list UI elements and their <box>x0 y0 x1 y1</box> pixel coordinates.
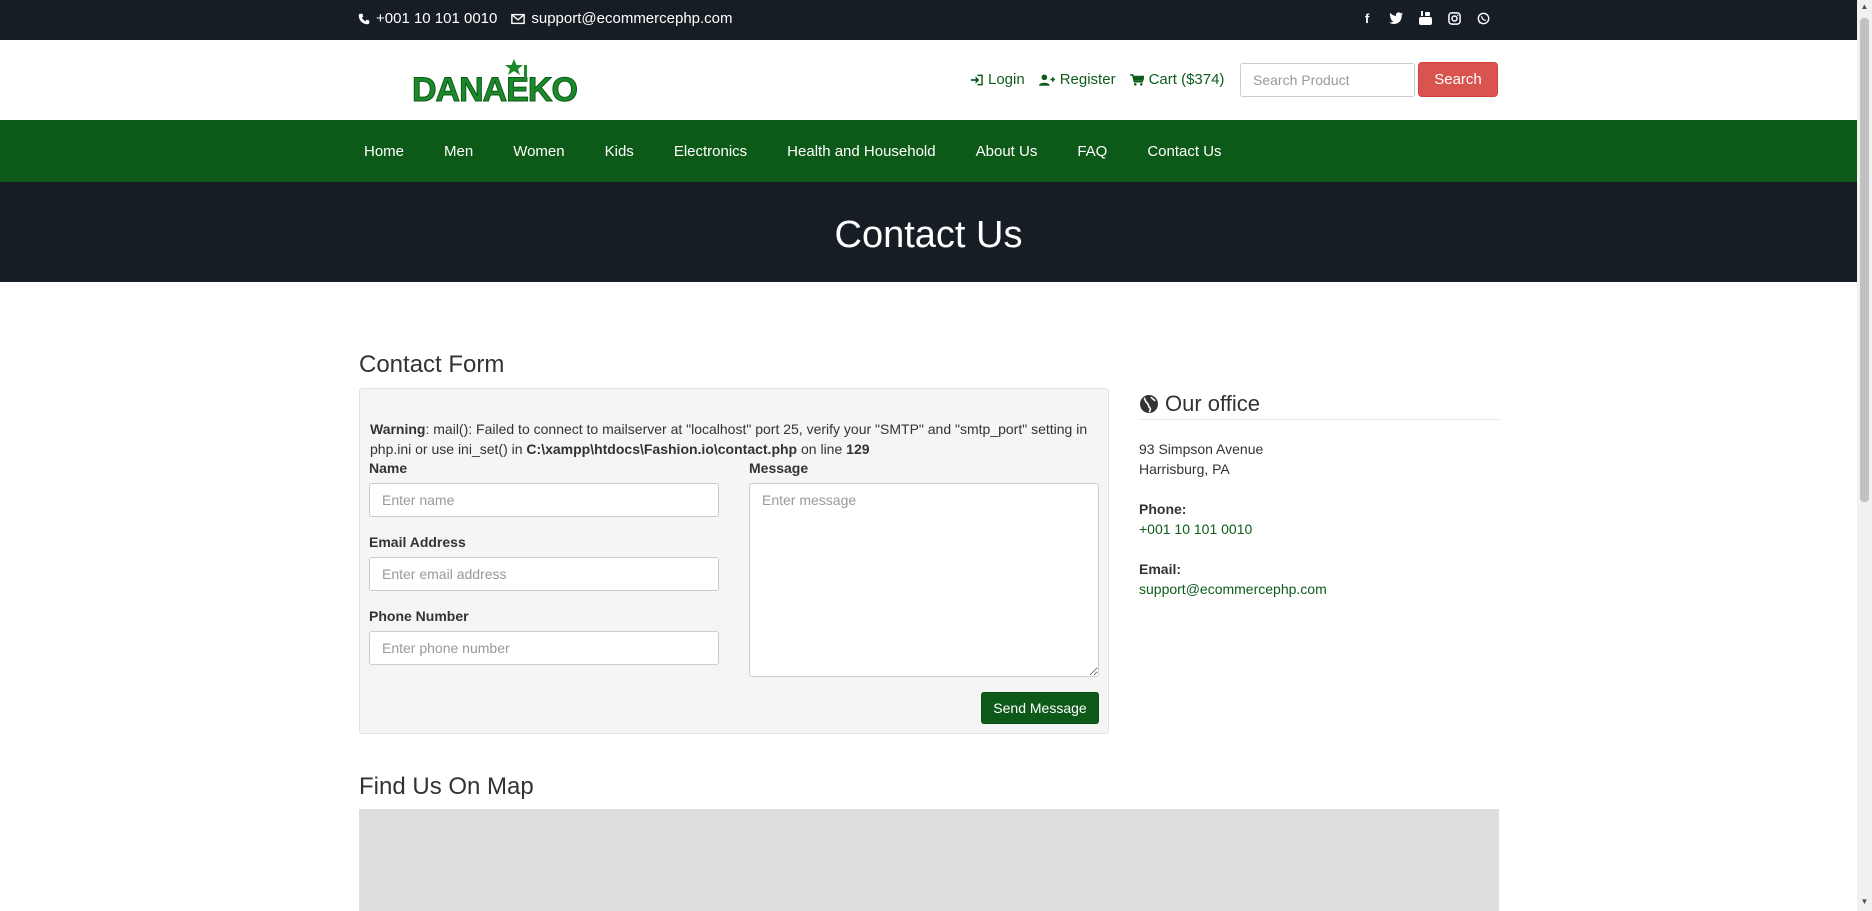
instagram-icon[interactable] <box>1447 11 1461 25</box>
social-links: f <box>1360 11 1490 26</box>
site-logo[interactable]: DANAEKO <box>410 57 592 105</box>
office-email-label: Email: <box>1139 561 1182 577</box>
warning-line: 129 <box>846 441 870 457</box>
office-address: 93 Simpson Avenue Harrisburg, PA <box>1139 439 1263 479</box>
send-message-button[interactable]: Send Message <box>981 692 1099 724</box>
page-banner: Contact Us <box>0 182 1857 282</box>
scroll-down-icon[interactable]: ▼ <box>1860 898 1869 906</box>
whatsapp-icon[interactable] <box>1476 11 1490 25</box>
office-phone-label: Phone: <box>1139 501 1187 517</box>
email-field[interactable] <box>369 557 719 591</box>
register-link[interactable]: Register <box>1038 71 1116 88</box>
cart-icon <box>1129 73 1144 86</box>
name-field[interactable] <box>369 483 719 517</box>
message-label: Message <box>749 460 809 476</box>
map-embed[interactable] <box>359 809 1499 911</box>
page: +001 10 101 0010 support@ecommercephp.co… <box>0 0 1857 911</box>
header-links: Login Register Cart ($374) <box>970 71 1224 88</box>
nav-item-health-household[interactable]: Health and Household <box>767 143 955 160</box>
nav-item-home[interactable]: Home <box>344 143 424 160</box>
nav-item-men[interactable]: Men <box>424 143 493 160</box>
facebook-icon[interactable]: f <box>1360 11 1374 26</box>
top-bar: +001 10 101 0010 support@ecommercephp.co… <box>0 0 1857 40</box>
cart-label: Cart ($374) <box>1148 71 1225 88</box>
php-warning: Warning: mail(): Failed to connect to ma… <box>370 419 1100 459</box>
message-field[interactable] <box>749 483 1099 677</box>
page-scrollbar[interactable]: ▲ ▼ <box>1857 0 1872 911</box>
register-label: Register <box>1059 71 1116 88</box>
top-email-text: support@ecommercephp.com <box>531 10 733 27</box>
warning-path: C:\xampp\htdocs\Fashion.io\contact.php <box>526 441 798 457</box>
warning-on-line: on line <box>797 441 847 457</box>
page-title: Contact Us <box>834 214 1023 256</box>
nav-item-women[interactable]: Women <box>493 143 584 160</box>
user-plus-icon <box>1038 73 1055 86</box>
contact-form-title: Contact Form <box>359 351 505 378</box>
office-phone: Phone: +001 10 101 0010 <box>1139 499 1252 539</box>
youtube-icon[interactable] <box>1418 11 1432 25</box>
email-label: Email Address <box>369 534 466 550</box>
phone-field[interactable] <box>369 631 719 665</box>
nav-list: Home Men Women Kids Electronics Health a… <box>344 120 1242 182</box>
envelope-icon <box>511 13 526 24</box>
nav-item-electronics[interactable]: Electronics <box>654 143 767 160</box>
top-phone: +001 10 101 0010 <box>358 10 497 27</box>
office-phone-link[interactable]: +001 10 101 0010 <box>1139 519 1252 539</box>
svg-text:DANAEKO: DANAEKO <box>412 71 577 105</box>
sign-in-icon <box>970 74 983 85</box>
nav-item-contact-us[interactable]: Contact Us <box>1127 143 1241 160</box>
top-phone-text: +001 10 101 0010 <box>376 10 498 27</box>
office-title: Our office <box>1139 388 1499 420</box>
name-label: Name <box>369 460 408 476</box>
warning-label: Warning <box>370 421 426 437</box>
address-line1: 93 Simpson Avenue <box>1139 441 1264 457</box>
map-title: Find Us On Map <box>359 773 534 800</box>
nav-item-about-us[interactable]: About Us <box>956 143 1058 160</box>
phone-label: Phone Number <box>369 608 469 624</box>
top-email[interactable]: support@ecommercephp.com <box>511 10 733 27</box>
login-link[interactable]: Login <box>970 71 1025 88</box>
nav-item-faq[interactable]: FAQ <box>1057 143 1127 160</box>
nav-item-kids[interactable]: Kids <box>585 143 654 160</box>
main-nav: Home Men Women Kids Electronics Health a… <box>0 120 1857 182</box>
office-email: Email: support@ecommercephp.com <box>1139 559 1327 599</box>
scroll-up-icon[interactable]: ▲ <box>1860 3 1869 11</box>
top-contact: +001 10 101 0010 support@ecommercephp.co… <box>358 10 733 27</box>
office-title-text: Our office <box>1165 390 1260 416</box>
header: DANAEKO Login Register Cart ($374) Searc… <box>0 40 1857 120</box>
office-email-link[interactable]: support@ecommercephp.com <box>1139 579 1327 599</box>
twitter-icon[interactable] <box>1389 11 1403 25</box>
search-input[interactable] <box>1240 63 1415 97</box>
phone-icon <box>358 13 370 24</box>
contact-form: Warning: mail(): Failed to connect to ma… <box>359 388 1109 734</box>
scroll-thumb[interactable] <box>1860 18 1869 502</box>
search-button[interactable]: Search <box>1418 62 1498 97</box>
login-label: Login <box>988 71 1025 88</box>
address-line2: Harrisburg, PA <box>1139 461 1230 477</box>
globe-icon <box>1140 394 1158 413</box>
cart-link[interactable]: Cart ($374) <box>1129 71 1225 88</box>
